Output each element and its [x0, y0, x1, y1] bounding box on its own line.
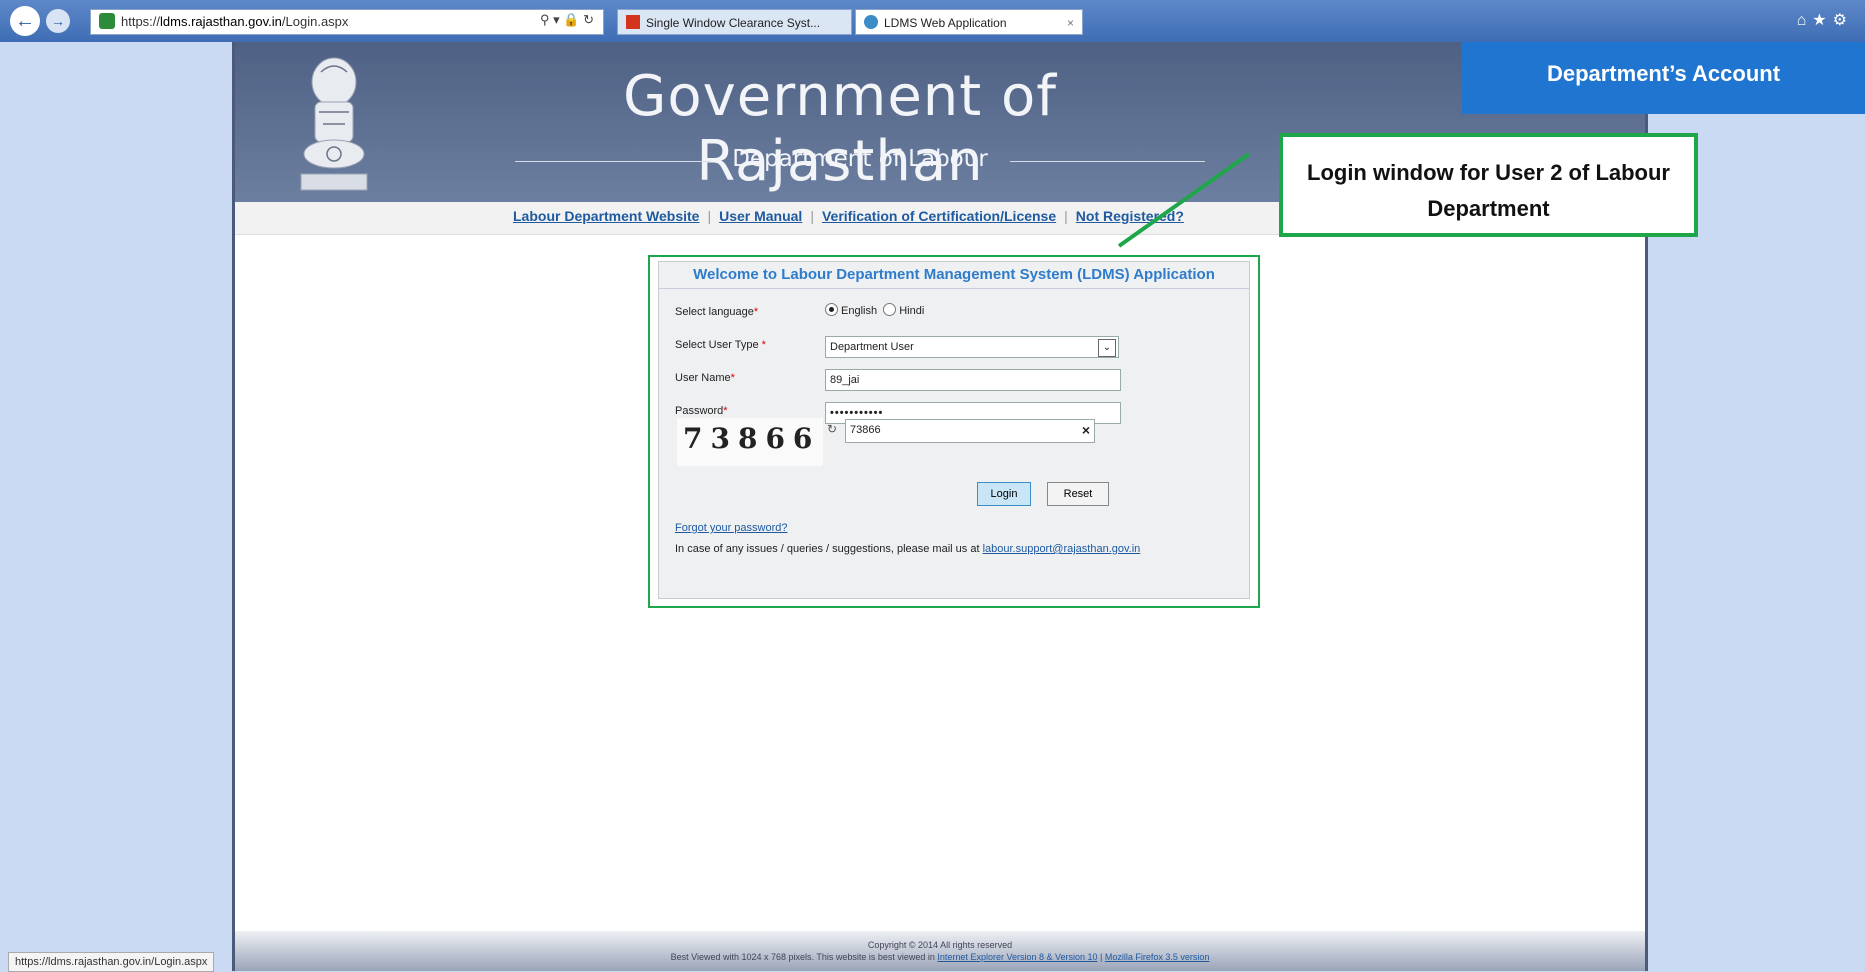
user-type-label: Select User Type * — [675, 339, 766, 351]
login-callout: Login window for User 2 of Labour Depart… — [1279, 133, 1698, 237]
contact-info: In case of any issues / queries / sugges… — [675, 543, 1140, 555]
radio-hindi-label: Hindi — [899, 305, 925, 317]
callout-pointer-line — [1117, 152, 1251, 248]
nav-user-manual[interactable]: User Manual — [711, 208, 810, 224]
favicon-icon — [626, 15, 640, 29]
tab-label: Single Window Clearance Syst... — [646, 16, 821, 30]
tab-ldms[interactable]: LDMS Web Application × — [855, 9, 1083, 35]
radio-english-label: English — [841, 305, 878, 317]
clear-input-icon[interactable]: × — [1082, 420, 1090, 440]
browser-toolbar: ← → https://ldms.rajasthan.gov.in/Login.… — [0, 0, 1865, 42]
department-line: Department of Labour — [515, 146, 1205, 176]
nav-labour-website[interactable]: Labour Department Website — [505, 208, 707, 224]
back-arrow-icon[interactable]: ← — [10, 6, 40, 36]
favicon-icon — [864, 15, 878, 29]
department-title: Department of Labour — [732, 146, 988, 172]
site-icon — [99, 13, 115, 29]
tab-label: LDMS Web Application — [884, 16, 1007, 30]
refresh-captcha-icon[interactable]: ↻ — [827, 422, 837, 436]
login-highlight: Welcome to Labour Department Management … — [648, 255, 1260, 608]
captcha-image: 73866 — [677, 418, 823, 466]
contact-text: In case of any issues / queries / sugges… — [675, 543, 980, 555]
login-button[interactable]: Login — [977, 482, 1031, 506]
captcha-input[interactable]: 73866 × — [845, 419, 1095, 443]
chevron-down-icon[interactable]: ⌄ — [1098, 339, 1116, 357]
home-star-gear-icons[interactable]: ⌂★⚙ — [1797, 10, 1853, 30]
firefox-version-link[interactable]: Mozilla Firefox 3.5 version — [1105, 952, 1210, 962]
close-tab-icon[interactable]: × — [1067, 10, 1074, 34]
captcha-text: 73866 — [683, 422, 821, 455]
nav-verification[interactable]: Verification of Certification/License — [814, 208, 1064, 224]
state-emblem-icon — [300, 57, 368, 191]
divider — [659, 288, 1249, 289]
ie-version-link[interactable]: Internet Explorer Version 8 & Version 10 — [937, 952, 1097, 962]
radio-english[interactable] — [825, 303, 838, 316]
login-heading: Welcome to Labour Department Management … — [693, 266, 1215, 283]
search-lock-refresh-icons[interactable]: ⚲ ▾ 🔒 ↻ — [540, 12, 594, 28]
password-label: Password* — [675, 405, 728, 417]
language-label: Select language* — [675, 306, 759, 318]
copyright-text: Copyright © 2014 All rights reserved — [867, 940, 1013, 950]
url-host: ldms.rajasthan.gov.in — [160, 14, 282, 29]
reset-button[interactable]: Reset — [1047, 482, 1109, 506]
divider — [515, 161, 710, 162]
radio-hindi[interactable] — [883, 303, 897, 316]
support-email-link[interactable]: labour.support@rajasthan.gov.in — [983, 543, 1141, 555]
site-footer: Copyright © 2014 All rights reserved Bes… — [235, 931, 1645, 971]
address-bar[interactable]: https://ldms.rajasthan.gov.in/Login.aspx — [90, 9, 604, 35]
department-account-banner: Department’s Account — [1462, 42, 1865, 114]
username-input[interactable]: 89_jai — [825, 369, 1121, 391]
user-type-value: Department User — [830, 341, 914, 353]
url-prefix: https:// — [121, 14, 161, 29]
login-panel: Welcome to Labour Department Management … — [658, 261, 1250, 599]
url-path: /Login.aspx — [281, 14, 349, 29]
forward-arrow-icon[interactable]: → — [46, 9, 70, 33]
tab-single-window[interactable]: Single Window Clearance Syst... — [617, 9, 852, 35]
forgot-password-link[interactable]: Forgot your password? — [675, 522, 788, 534]
user-type-select[interactable]: Department User ⌄ — [825, 336, 1119, 358]
status-bar-url: https://ldms.rajasthan.gov.in/Login.aspx — [8, 952, 215, 972]
browser-recommendation: Best Viewed with 1024 x 768 pixels. This… — [670, 952, 1210, 962]
username-label: User Name* — [675, 372, 735, 384]
language-radio-group: English Hindi — [825, 303, 924, 317]
